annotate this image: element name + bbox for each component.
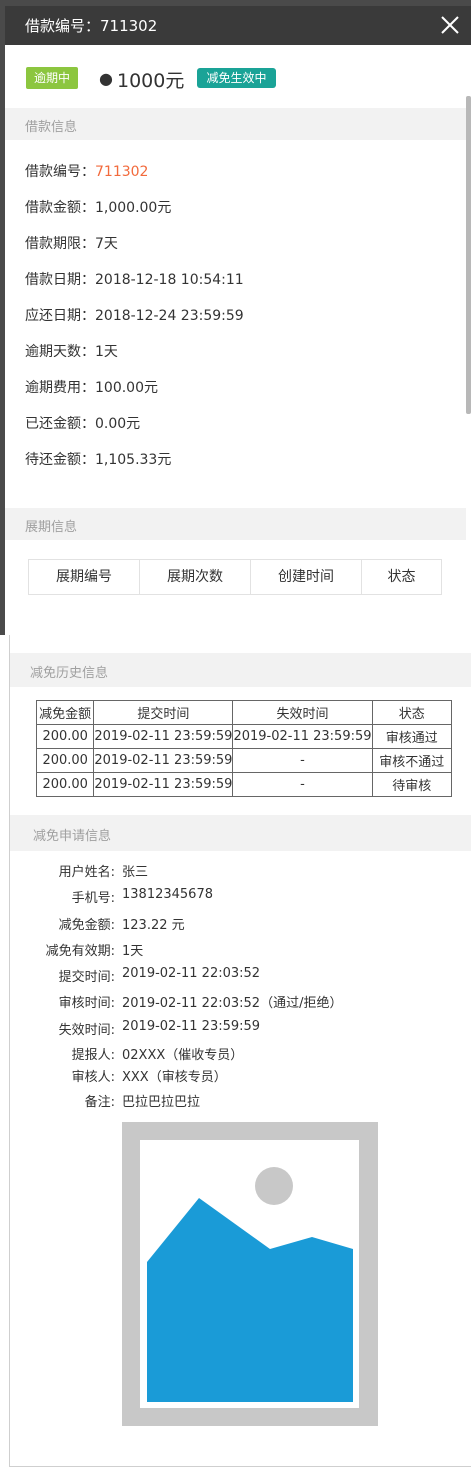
field-value: 巴拉巴拉巴拉 xyxy=(122,1095,201,1110)
info-label: 借款期限： xyxy=(25,236,95,252)
table-row: 200.00 2019-02-11 23:59:59 - 审核不通过 xyxy=(35,748,453,773)
field-label: 失效时间: xyxy=(58,1023,115,1038)
field-label: 用户姓名: xyxy=(58,865,115,880)
info-loan-id: 借款编号：711302 xyxy=(25,161,148,181)
section-title: 展期信息 xyxy=(25,520,78,535)
column-header: 展期次数 xyxy=(140,560,251,594)
field-value: 2019-02-11 22:03:52（通过/拒绝） xyxy=(122,996,343,1011)
close-button[interactable] xyxy=(439,14,461,36)
info-overdue-fee: 逾期费用：100.00元 xyxy=(25,377,158,397)
attachment-image[interactable] xyxy=(122,1122,378,1426)
table-row: 200.00 2019-02-11 23:59:59 2019-02-11 23… xyxy=(35,724,453,749)
field-label: 提报人: xyxy=(71,1048,115,1063)
extension-table-header: 展期编号 展期次数 创建时间 状态 xyxy=(28,559,442,595)
info-label: 借款日期： xyxy=(25,272,95,288)
info-repaid-amount: 已还金额：0.00元 xyxy=(25,413,140,433)
column-header: 创建时间 xyxy=(251,560,362,594)
info-loan-amount: 借款金额：1,000.00元 xyxy=(25,197,171,217)
field-value: 张三 xyxy=(122,865,149,880)
info-loan-term: 借款期限：7天 xyxy=(25,233,118,253)
column-header: 状态 xyxy=(387,569,416,585)
field-label: 手机号: xyxy=(71,891,115,906)
relief-history-section-header: 减免历史信息 xyxy=(10,653,471,687)
drawer-header: 借款编号：711302 xyxy=(5,6,471,45)
table-cell: 2019-02-11 23:59:59 xyxy=(93,724,234,749)
table-row: 200.00 2019-02-11 23:59:59 - 待审核 xyxy=(35,772,453,797)
field-value: 2019-02-11 23:59:59 xyxy=(122,1019,261,1034)
info-overdue-days: 逾期天数：1天 xyxy=(25,341,118,361)
table-cell: 审核不通过 xyxy=(371,748,453,773)
table-cell: 200.00 xyxy=(35,724,95,749)
field-value: XXX（审核专员） xyxy=(122,1070,227,1085)
table-cell: - xyxy=(232,748,373,773)
relief-history-table: 减免金额 提交时间 失效时间 状态 200.00 2019-02-11 23:5… xyxy=(35,700,453,797)
field-label: 提交时间: xyxy=(58,970,115,985)
info-loan-date: 借款日期：2018-12-18 10:54:11 xyxy=(25,269,244,289)
info-value: 1,105.33元 xyxy=(95,452,172,468)
info-label: 逾期天数： xyxy=(25,344,95,360)
info-label: 待还金额： xyxy=(25,452,95,468)
table-cell: 200.00 xyxy=(35,772,95,797)
info-label: 应还日期： xyxy=(25,308,95,324)
table-cell: 审核通过 xyxy=(371,724,453,749)
close-icon xyxy=(441,16,459,34)
field-value: 13812345678 xyxy=(122,887,213,902)
bullet-icon: ● xyxy=(99,69,113,88)
info-value: 2018-12-18 10:54:11 xyxy=(95,272,244,288)
info-value: 0.00元 xyxy=(95,416,141,432)
column-header: 提交时间 xyxy=(93,700,234,725)
section-title: 减免申请信息 xyxy=(33,829,112,844)
loan-amount: 1000元 xyxy=(117,70,185,92)
loan-id-link[interactable]: 711302 xyxy=(95,164,148,180)
field-label: 备注: xyxy=(84,1095,115,1110)
field-label: 审核时间: xyxy=(58,996,115,1011)
image-placeholder-icon xyxy=(122,1122,378,1426)
field-value: 2019-02-11 22:03:52 xyxy=(122,966,261,981)
column-header: 失效时间 xyxy=(232,700,373,725)
table-header-row: 减免金额 提交时间 失效时间 状态 xyxy=(35,700,453,725)
section-title: 借款信息 xyxy=(25,120,78,135)
info-value: 1,000.00元 xyxy=(95,200,172,216)
table-cell: 2019-02-11 23:59:59 xyxy=(93,748,234,773)
info-outstanding-amount: 待还金额：1,105.33元 xyxy=(25,449,171,469)
field-value: 02XXX（催收专员） xyxy=(122,1048,244,1063)
table-cell: - xyxy=(232,772,373,797)
extension-info-section-header: 展期信息 xyxy=(5,508,466,540)
field-label: 减免金额: xyxy=(58,918,115,933)
field-label: 减免有效期: xyxy=(45,944,115,959)
loan-detail-drawer: 借款编号：711302 逾期中 ● 1000元 减免生效中 借款信息 借款编号：… xyxy=(5,6,471,635)
info-label: 已还金额： xyxy=(25,416,95,432)
field-value: 123.22 元 xyxy=(122,918,185,933)
info-label: 借款编号： xyxy=(25,164,95,180)
column-header: 减免金额 xyxy=(35,700,95,725)
relief-application-section-header: 减免申请信息 xyxy=(10,815,471,851)
relief-active-tag: 减免生效中 xyxy=(197,68,276,88)
section-title: 减免历史信息 xyxy=(30,666,109,681)
info-due-date: 应还日期：2018-12-24 23:59:59 xyxy=(25,305,244,325)
info-value: 1天 xyxy=(95,344,118,360)
field-label: 审核人: xyxy=(71,1070,115,1085)
table-cell: 2019-02-11 23:59:59 xyxy=(93,772,234,797)
table-cell: 待审核 xyxy=(371,772,453,797)
column-header: 展期编号 xyxy=(29,560,140,594)
info-value: 7天 xyxy=(95,236,118,252)
info-label: 借款金额： xyxy=(25,200,95,216)
info-value: 100.00元 xyxy=(95,380,158,396)
scrollbar[interactable] xyxy=(466,96,471,414)
table-cell: 2019-02-11 23:59:59 xyxy=(232,724,373,749)
table-cell: 200.00 xyxy=(35,748,95,773)
loan-info-section-header: 借款信息 xyxy=(5,108,466,140)
info-value: 2018-12-24 23:59:59 xyxy=(95,308,244,324)
overdue-status-tag: 逾期中 xyxy=(26,67,78,89)
field-value: 1天 xyxy=(122,944,144,959)
drawer-title: 借款编号：711302 xyxy=(25,17,158,35)
info-label: 逾期费用： xyxy=(25,380,95,396)
column-header: 状态 xyxy=(371,700,453,725)
